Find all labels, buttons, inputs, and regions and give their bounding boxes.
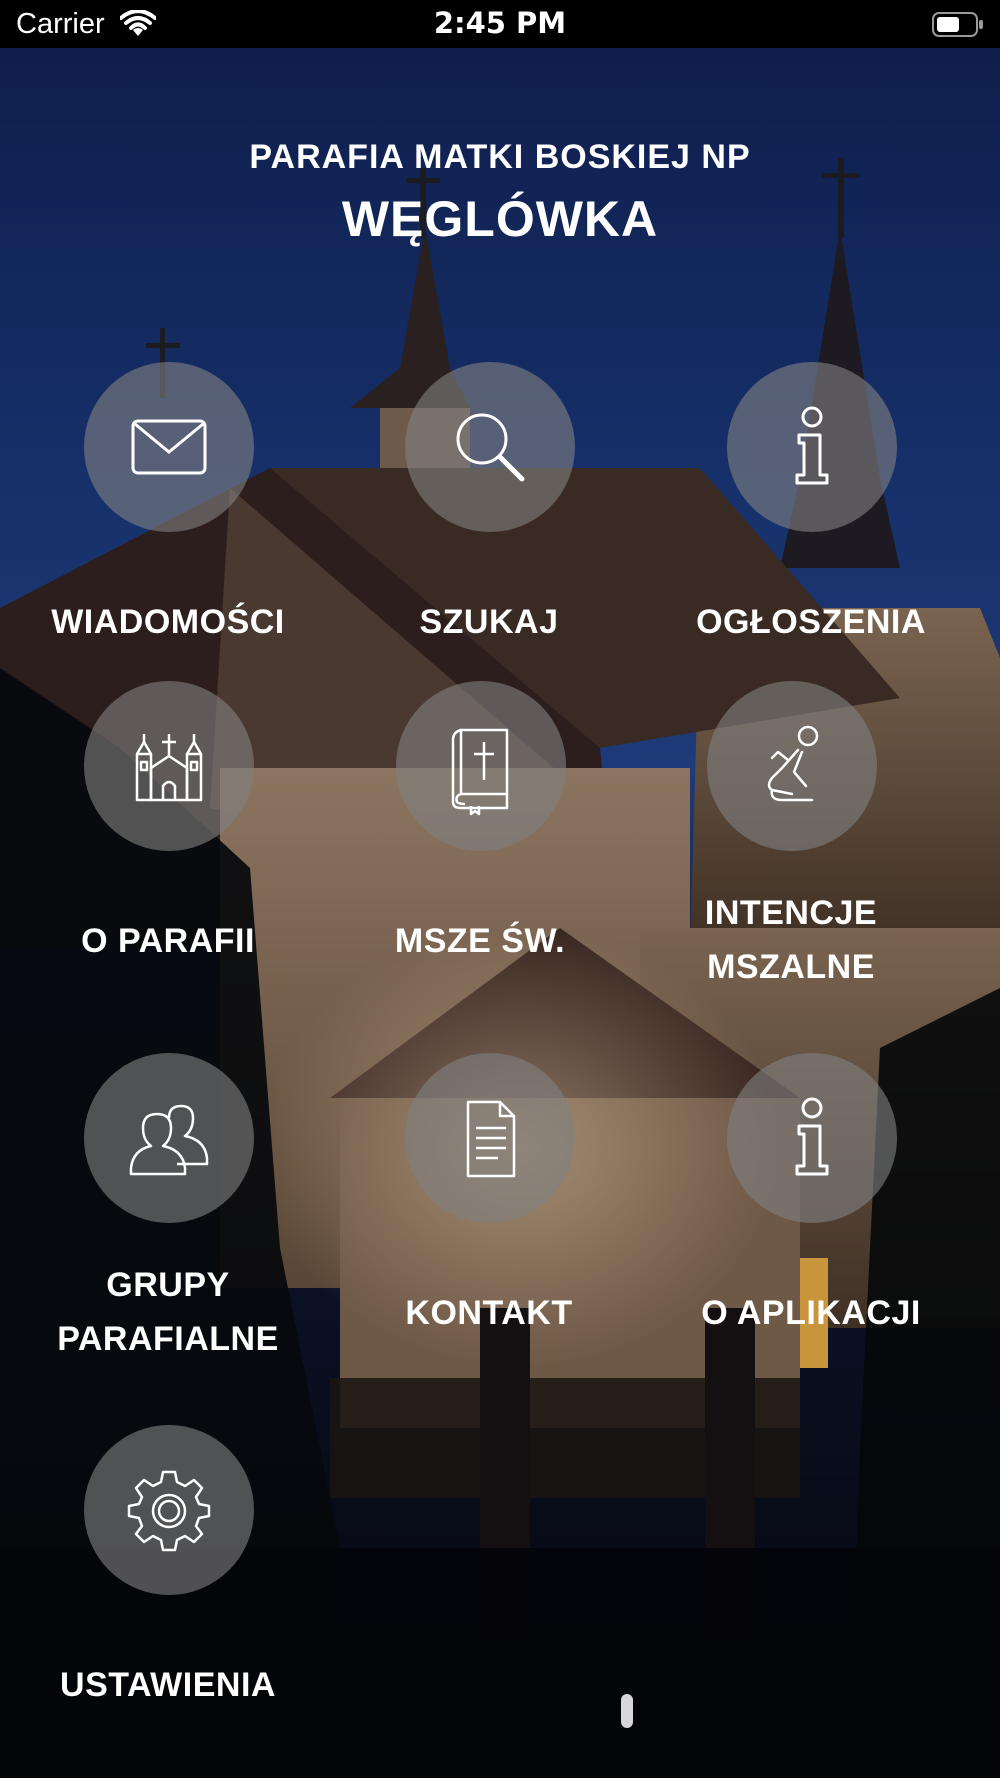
menu-item-label-line: INTENCJE: [704, 894, 878, 932]
document-icon: [466, 1100, 516, 1178]
menu-item-label: SZUKAJ: [419, 603, 559, 641]
menu-item-label: OGŁOSZENIA: [696, 603, 926, 641]
app-screen: Carrier 2:45 PM PARAFIA MATKI BOSKIEJ NP…: [0, 0, 1000, 1778]
envelope-icon: [131, 419, 207, 475]
search-icon: [456, 413, 525, 482]
battery-icon: [932, 12, 983, 37]
scroll-indicator: [621, 1694, 633, 1728]
church-icon: [135, 734, 203, 802]
info-icon-circle[interactable]: [727, 1053, 897, 1223]
menu-item-label: KONTAKT: [405, 1294, 573, 1332]
menu-item-label: INTENCJE MSZALNE: [641, 886, 941, 994]
menu-item-label: WIADOMOŚCI: [51, 603, 285, 641]
menu-item-label-line: GRUPY: [106, 1266, 230, 1304]
menu-item-label: MSZE ŚW.: [394, 922, 566, 960]
gear-icon-circle[interactable]: [84, 1425, 254, 1595]
search-icon-circle[interactable]: [405, 362, 575, 532]
status-time: 2:45 PM: [433, 6, 567, 40]
status-bar: Carrier 2:45 PM: [0, 0, 1000, 48]
people-group-icon-circle[interactable]: [84, 1053, 254, 1223]
parish-subtitle: PARAFIA MATKI BOSKIEJ NP: [249, 138, 751, 176]
menu-item-label-line: MSZALNE: [707, 948, 875, 986]
praying-person-icon: [767, 725, 819, 802]
people-group-icon: [129, 1104, 209, 1176]
menu-item-label-line: PARAFIALNE: [57, 1320, 279, 1358]
menu-item-label: O APLIKACJI: [701, 1294, 921, 1332]
menu-item-label: USTAWIENIA: [60, 1666, 276, 1704]
bible-icon: [451, 728, 509, 816]
document-icon-circle[interactable]: [405, 1053, 575, 1223]
info-icon: [795, 1097, 829, 1176]
info-icon-circle[interactable]: [727, 362, 897, 532]
gear-icon: [127, 1470, 211, 1552]
praying-person-icon-circle[interactable]: [707, 681, 877, 851]
envelope-icon-circle[interactable]: [84, 362, 254, 532]
parish-title: WĘGLÓWKA: [341, 191, 659, 247]
bible-icon-circle[interactable]: [396, 681, 566, 851]
menu-item-label: GRUPY PARAFIALNE: [18, 1258, 318, 1366]
menu-item-label: O PARAFII: [81, 922, 255, 960]
info-icon: [795, 406, 829, 485]
church-icon-circle[interactable]: [84, 681, 254, 851]
